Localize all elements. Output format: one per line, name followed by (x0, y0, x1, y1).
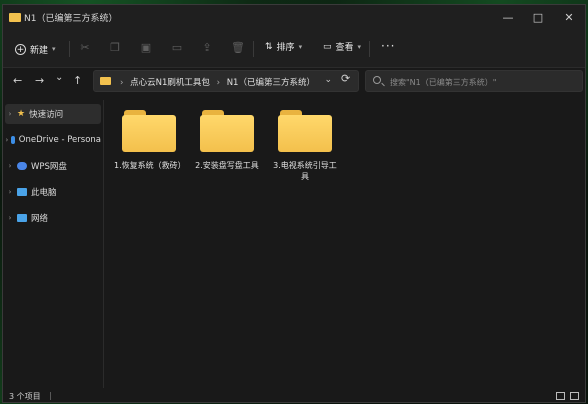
toolbar-divider (253, 41, 254, 57)
star-icon: ★ (17, 109, 26, 119)
sidebar-item-this-pc[interactable]: › 此电脑 (5, 182, 101, 202)
view-button[interactable]: ▭ 查看 ▾ (323, 40, 362, 54)
search-box[interactable]: 搜索"N1（已编第三方系统）" (365, 70, 583, 92)
search-input[interactable]: 搜索"N1（已编第三方系统）" (390, 77, 496, 88)
desktop-background: N1（已编第三方系统） — □ ✕ + 新建 ▾ ✂ ❐ ▣ ▭ ⇪ 🗑 ⇅ 排… (0, 0, 588, 404)
folder-name: 1.恢复系统（救砖） (114, 161, 186, 170)
title-bar[interactable]: N1（已编第三方系统） — □ ✕ (3, 5, 585, 31)
address-bar[interactable]: › 点心云N1刷机工具包 › N1（已编第三方系统） ⌄ (93, 70, 359, 92)
maximize-button[interactable]: □ (523, 9, 553, 27)
sidebar-item-label: WPS网盘 (31, 162, 67, 172)
folder-icon (200, 110, 254, 154)
chevron-right-icon[interactable]: › (5, 188, 15, 196)
recent-locations-button[interactable]: ⌄ (55, 72, 63, 83)
folder-icon (122, 110, 176, 154)
toolbar-divider (69, 41, 70, 57)
sidebar-item-label: 快速访问 (29, 110, 64, 120)
minimize-button[interactable]: — (493, 9, 523, 27)
back-button[interactable]: ← (13, 74, 22, 87)
breadcrumb-item[interactable]: 点心云N1刷机工具包 (130, 78, 210, 88)
chevron-right-icon: › (120, 78, 124, 88)
cut-icon[interactable]: ✂ (79, 42, 91, 54)
chevron-right-icon[interactable]: › (5, 136, 9, 144)
breadcrumb-item[interactable]: N1（已编第三方系统） (227, 78, 315, 88)
sidebar-item-onedrive[interactable]: › OneDrive - Persona (5, 130, 101, 150)
cloud-icon (17, 162, 27, 170)
close-button[interactable]: ✕ (554, 9, 584, 27)
refresh-button[interactable]: ⟳ (341, 72, 350, 85)
cloud-icon (10, 136, 15, 144)
large-icons-view-icon[interactable] (570, 392, 579, 400)
command-bar: + 新建 ▾ ✂ ❐ ▣ ▭ ⇪ 🗑 ⇅ 排序 ▾ ▭ 查看 ▾ ··· (3, 31, 585, 68)
more-options-button[interactable]: ··· (381, 39, 395, 53)
forward-button[interactable]: → (35, 74, 44, 87)
folder-icon (9, 13, 21, 22)
computer-icon (17, 188, 27, 196)
folder-icon (278, 110, 332, 154)
item-count: 3 个项目 (9, 392, 41, 401)
view-icon: ▭ (323, 41, 332, 52)
chevron-down-icon[interactable]: ⌄ (324, 75, 332, 85)
chevron-right-icon[interactable]: › (5, 110, 15, 118)
chevron-right-icon[interactable]: › (5, 214, 15, 222)
plus-icon: + (15, 43, 26, 55)
sort-label: 排序 (276, 43, 295, 53)
file-list: 1.恢复系统（救砖） 2.安装盘写盘工具 3.电视系统引导工具 (104, 100, 585, 388)
sidebar-item-label: 此电脑 (31, 188, 57, 198)
folder-name: 2.安装盘写盘工具 (195, 161, 259, 170)
status-divider: | (49, 391, 52, 400)
search-icon (373, 76, 381, 84)
rename-icon[interactable]: ▭ (171, 42, 183, 54)
up-button[interactable]: ↑ (73, 74, 82, 87)
view-label: 查看 (335, 43, 354, 53)
breadcrumb: › 点心云N1刷机工具包 › N1（已编第三方系统） (116, 76, 315, 88)
network-icon (17, 214, 27, 222)
sidebar-item-quick-access[interactable]: › ★ 快速访问 (5, 104, 101, 124)
chevron-down-icon: ▾ (52, 45, 56, 53)
share-icon[interactable]: ⇪ (201, 42, 213, 54)
chevron-down-icon: ▾ (298, 42, 303, 51)
chevron-down-icon: ▾ (357, 42, 362, 51)
delete-icon[interactable]: 🗑 (231, 42, 245, 54)
new-button[interactable]: + 新建 ▾ (15, 39, 56, 59)
sidebar-item-network[interactable]: › 网络 (5, 208, 101, 228)
folder-name: 3.电视系统引导工具 (273, 161, 337, 181)
sidebar-item-label: OneDrive - Persona (18, 135, 101, 145)
paste-icon[interactable]: ▣ (140, 42, 152, 54)
sort-button[interactable]: ⇅ 排序 ▾ (265, 40, 303, 54)
folder-icon (100, 77, 111, 85)
toolbar-divider (369, 41, 370, 57)
file-explorer-window: N1（已编第三方系统） — □ ✕ + 新建 ▾ ✂ ❐ ▣ ▭ ⇪ 🗑 ⇅ 排… (2, 4, 586, 403)
chevron-right-icon[interactable]: › (5, 162, 15, 170)
window-title: N1（已编第三方系统） (24, 14, 118, 24)
new-label: 新建 (30, 45, 49, 56)
status-bar: 3 个项目 | (3, 389, 585, 402)
folder-item[interactable]: 1.恢复系统（救砖） (114, 110, 186, 171)
folder-item[interactable]: 3.电视系统引导工具 (270, 110, 340, 182)
sort-icon: ⇅ (265, 41, 273, 52)
chevron-right-icon: › (216, 78, 220, 88)
sidebar-item-wps[interactable]: › WPS网盘 (5, 156, 101, 176)
details-view-icon[interactable] (556, 392, 565, 400)
folder-item[interactable]: 2.安装盘写盘工具 (192, 110, 262, 171)
sidebar-item-label: 网络 (31, 214, 49, 224)
copy-icon[interactable]: ❐ (109, 42, 121, 54)
navigation-pane: › ★ 快速访问 › OneDrive - Persona › WPS网盘 › … (3, 100, 104, 388)
